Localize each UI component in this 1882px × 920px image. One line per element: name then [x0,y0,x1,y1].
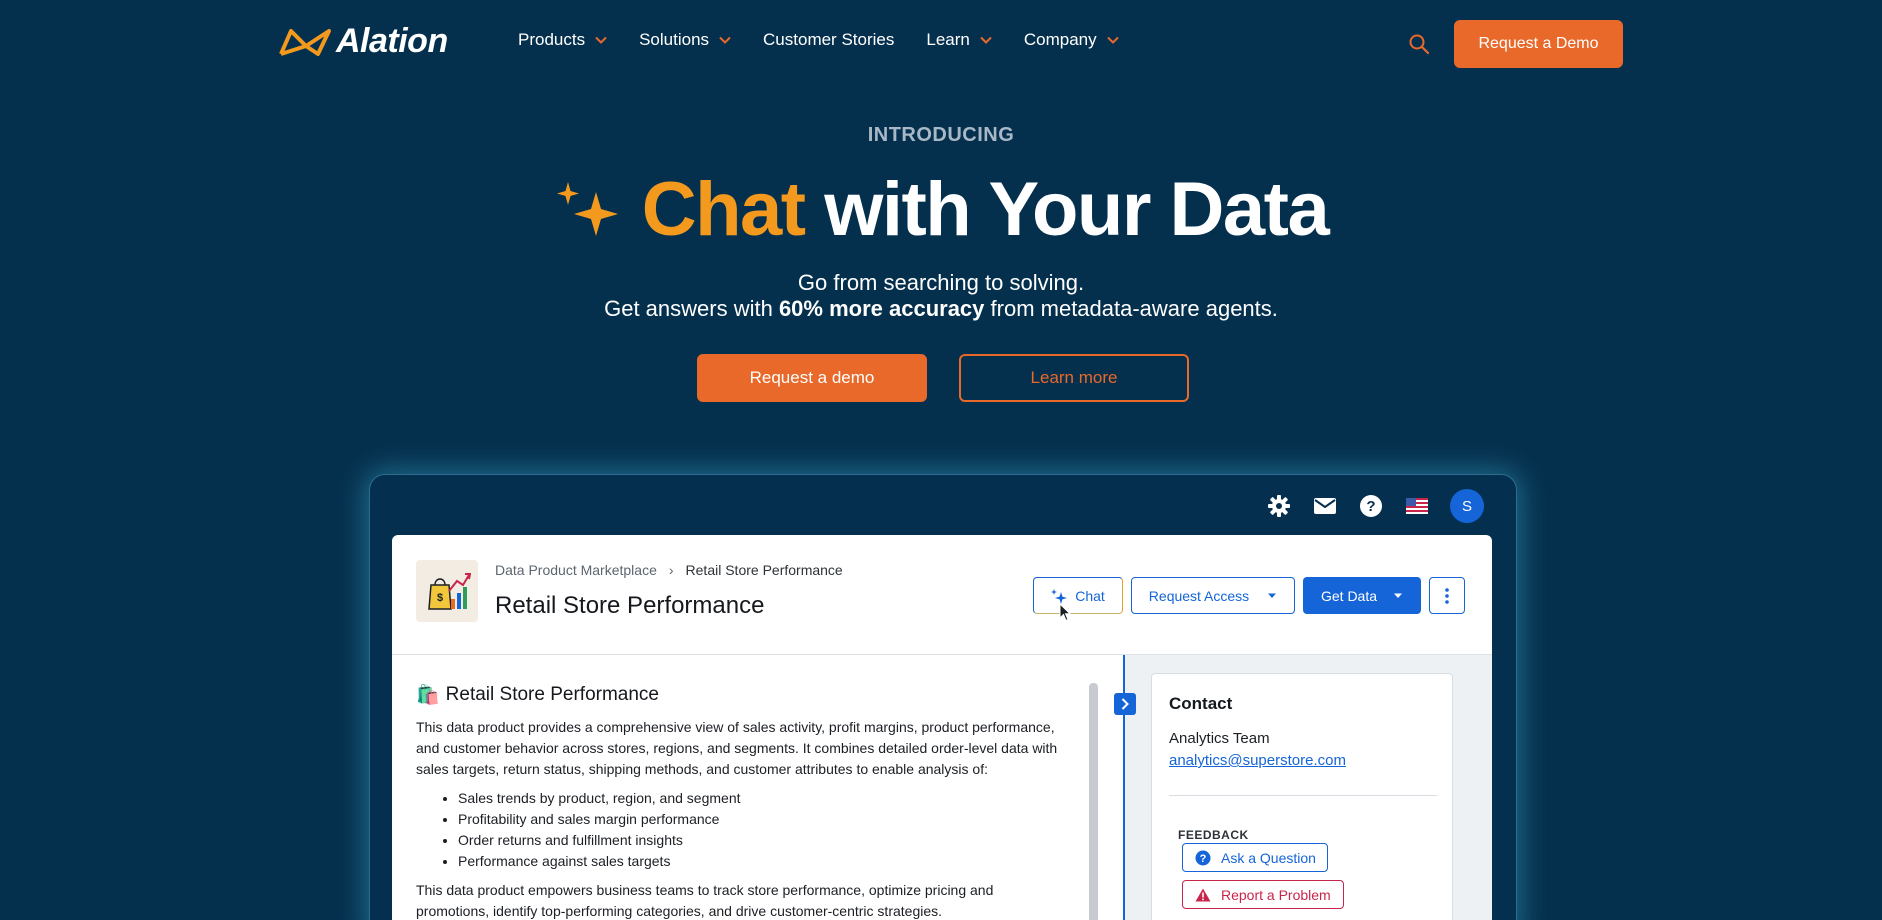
svg-text:?: ? [1200,853,1207,865]
main-menu: Products Solutions Customer Stories Lear… [518,30,1151,50]
breadcrumb-current: Retail Store Performance [685,562,843,578]
mail-button[interactable] [1312,493,1338,519]
help-button[interactable]: ? [1358,493,1384,519]
logo-text: Alation [336,22,448,60]
chevron-down-icon [595,36,607,44]
language-button[interactable] [1404,493,1430,519]
subtitle-accuracy: 60% more accuracy [778,296,985,321]
svg-text:$: $ [437,592,443,604]
settings-button[interactable] [1266,493,1292,519]
page-title: Retail Store Performance [495,592,765,619]
nav-item-solutions[interactable]: Solutions [639,30,731,50]
mouse-cursor-icon [1059,603,1072,622]
description-heading: 🛍️ Retail Store Performance [416,683,1066,707]
list-item: Order returns and fulfillment insights [458,830,1066,851]
product-thumbnail: $ [416,560,478,622]
chat-button-label: Chat [1075,587,1105,604]
warning-icon [1195,888,1211,901]
product-description: 🛍️ Retail Store Performance This data pr… [416,683,1066,920]
data-product-panel: $ Data Product Marketplace › Retail Stor… [392,535,1492,920]
hero-subtitle-line1: Go from searching to solving. [797,270,1085,295]
more-options-button[interactable] [1429,577,1465,614]
hero-heading: Chat with Your Data [641,167,1330,252]
gear-icon [1268,495,1290,517]
nav-item-learn[interactable]: Learn [926,30,992,50]
panel-header: $ Data Product Marketplace › Retail Stor… [392,535,1492,655]
hero-subtitle-line2: Get answers with 60% more accuracy from … [0,296,1882,322]
nav-item-products[interactable]: Products [518,30,607,50]
feedback-label: FEEDBACK [1178,828,1249,842]
user-avatar[interactable]: S [1450,489,1484,523]
svg-text:?: ? [1366,498,1375,515]
description-list: Sales trends by product, region, and seg… [458,788,1066,872]
hero-eyebrow: INTRODUCING [867,124,1015,146]
chevron-right-icon [1121,698,1129,710]
caret-down-icon [1268,593,1277,598]
us-flag-icon [1406,498,1428,514]
nav-item-label: Products [518,30,586,49]
breadcrumb: Data Product Marketplace › Retail Store … [495,562,843,578]
app-toolbar: ? S [1266,489,1484,523]
report-problem-button[interactable]: Report a Problem [1182,880,1344,909]
help-icon: ? [1360,495,1382,517]
nav-item-label: Company [1023,30,1097,49]
description-outro: This data product empowers business team… [416,882,994,919]
sparkle-icon [556,182,618,236]
list-item: Performance against sales targets [458,851,1066,872]
hero-title: Chat with Your Data [0,168,1882,252]
contact-card: Contact Analytics Team analytics@superst… [1151,673,1453,920]
ask-question-button[interactable]: ? Ask a Question [1182,843,1328,872]
contact-email-link[interactable]: analytics@superstore.com [1169,752,1346,769]
product-screenshot-window: ? S $ Data Product Marketplace › Retail … [369,474,1517,920]
subtitle-pre: Get answers with [604,296,779,321]
request-access-label: Request Access [1148,587,1250,604]
kebab-menu-icon [1445,587,1449,604]
contact-name: Analytics Team [1169,730,1270,747]
get-data-button[interactable]: Get Data [1303,577,1421,614]
content-scrollbar[interactable] [1089,683,1098,920]
list-item: Profitability and sales margin performan… [458,809,1066,830]
caret-down-icon [1394,593,1403,598]
nav-item-label: Customer Stories [763,30,895,49]
contact-divider [1169,795,1437,796]
alation-logo-icon [279,28,331,56]
request-demo-nav-button[interactable]: Request a Demo [1454,20,1623,68]
report-problem-label: Report a Problem [1221,886,1331,903]
ask-question-label: Ask a Question [1221,849,1316,866]
subtitle-post: from metadata-aware agents. [984,296,1278,321]
list-item: Sales trends by product, region, and seg… [458,788,1066,809]
nav-item-label: Learn [926,30,970,49]
sparkle-icon [1051,588,1068,604]
breadcrumb-separator: › [668,562,674,578]
request-access-button[interactable]: Request Access [1131,577,1295,614]
search-icon [1409,34,1430,55]
chevron-down-icon [980,36,992,44]
description-intro: This data product provides a comprehensi… [416,719,1058,777]
chevron-down-icon [1106,36,1119,44]
breadcrumb-parent[interactable]: Data Product Marketplace [495,562,657,578]
get-data-label: Get Data [1320,587,1378,604]
search-button[interactable] [1408,33,1430,55]
shopping-chart-icon: $ [428,573,471,610]
collapse-panel-button[interactable] [1114,693,1136,715]
contact-heading: Contact [1169,694,1233,713]
learn-more-button[interactable]: Learn more [959,354,1189,402]
nav-item-company[interactable]: Company [1024,30,1119,50]
nav-item-customer-stories[interactable]: Customer Stories [763,30,894,50]
top-navigation: Alation Products Solutions Customer Stor… [0,0,1882,88]
hero-heading-rest: with Your Data [824,167,1330,252]
nav-item-label: Solutions [639,30,710,49]
question-circle-icon: ? [1195,850,1211,865]
mail-icon [1314,498,1336,514]
shopping-bags-icon: 🛍️ [416,685,440,706]
hero-heading-highlight: Chat [641,167,806,252]
chat-button[interactable]: Chat [1033,577,1123,614]
description-heading-text: Retail Store Performance [445,684,659,705]
chevron-down-icon [719,36,731,44]
alation-logo[interactable]: Alation [278,22,448,61]
request-demo-button[interactable]: Request a demo [697,354,927,402]
